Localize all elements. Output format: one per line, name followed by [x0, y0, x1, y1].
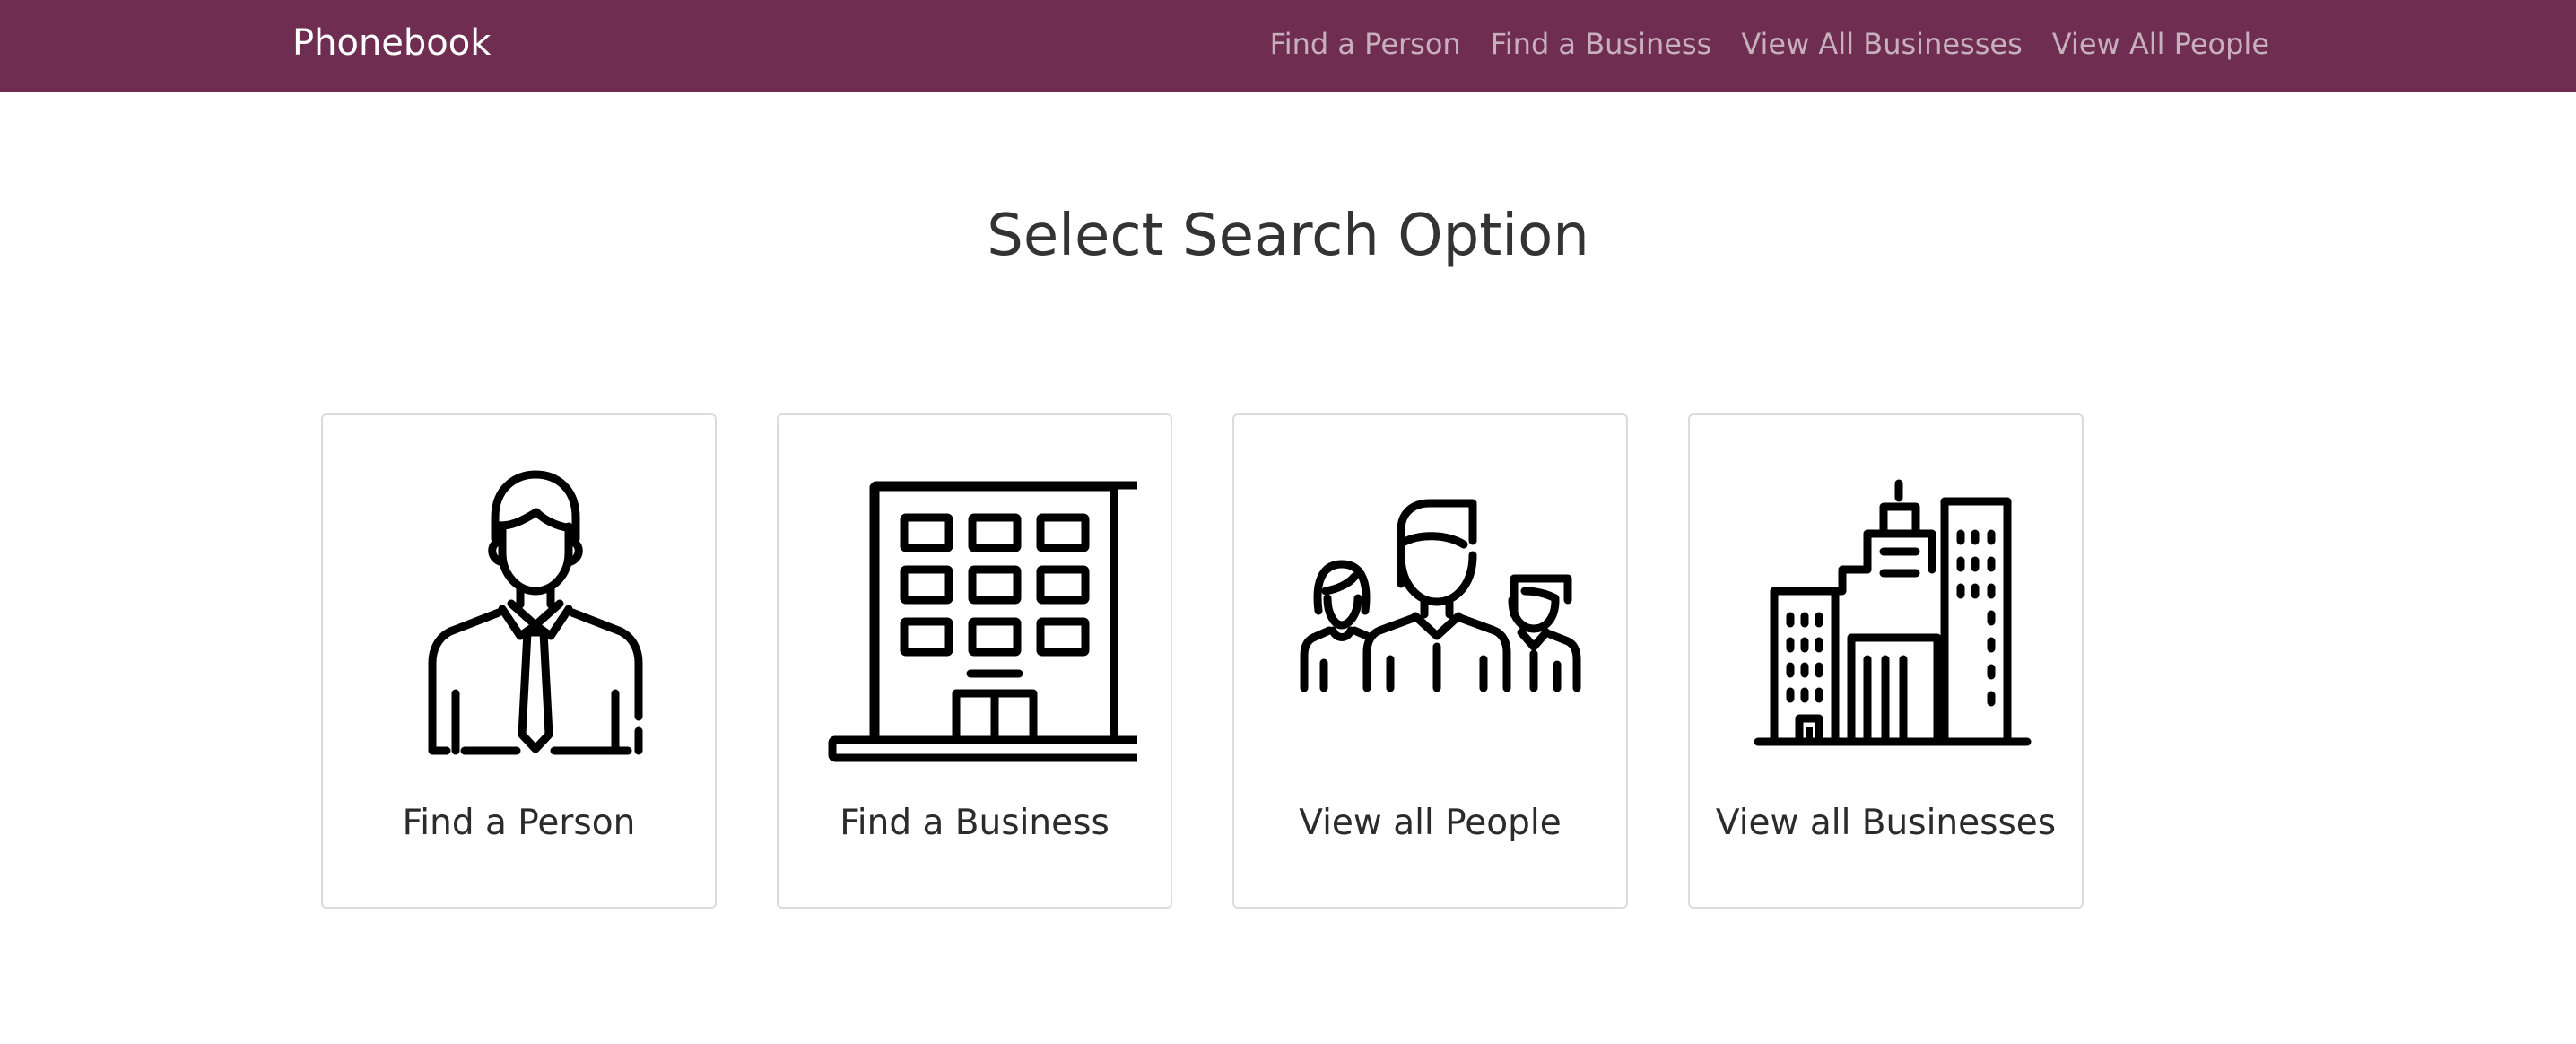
card-find-a-person[interactable]: Find a Person [321, 413, 717, 909]
page-heading: Select Search Option [987, 203, 1589, 269]
businessman-icon [359, 448, 682, 770]
card-view-all-people[interactable]: View all People [1232, 413, 1628, 909]
card-label: View all People [1299, 803, 1562, 843]
card-label: Find a Person [402, 803, 636, 843]
top-navbar: Phonebook Find a Person Find a Business … [0, 0, 2576, 92]
card-label: View all Businesses [1715, 803, 2057, 843]
nav-link-find-a-person[interactable]: Find a Person [1270, 24, 1461, 64]
card-find-a-business[interactable]: Find a Business [777, 413, 1172, 909]
card-view-all-businesses[interactable]: View all Businesses [1688, 413, 2084, 909]
nav-links: Find a Person Find a Business View All B… [1270, 24, 2269, 64]
nav-link-view-all-people[interactable]: View All People [2052, 24, 2269, 64]
city-buildings-icon [1726, 448, 2049, 770]
office-building-icon [814, 448, 1137, 770]
nav-link-find-a-business[interactable]: Find a Business [1491, 24, 1712, 64]
nav-link-view-all-businesses[interactable]: View All Businesses [1741, 24, 2022, 64]
card-label: Find a Business [840, 803, 1110, 843]
people-group-icon [1270, 448, 1593, 770]
brand-link[interactable]: Phonebook [292, 22, 491, 65]
